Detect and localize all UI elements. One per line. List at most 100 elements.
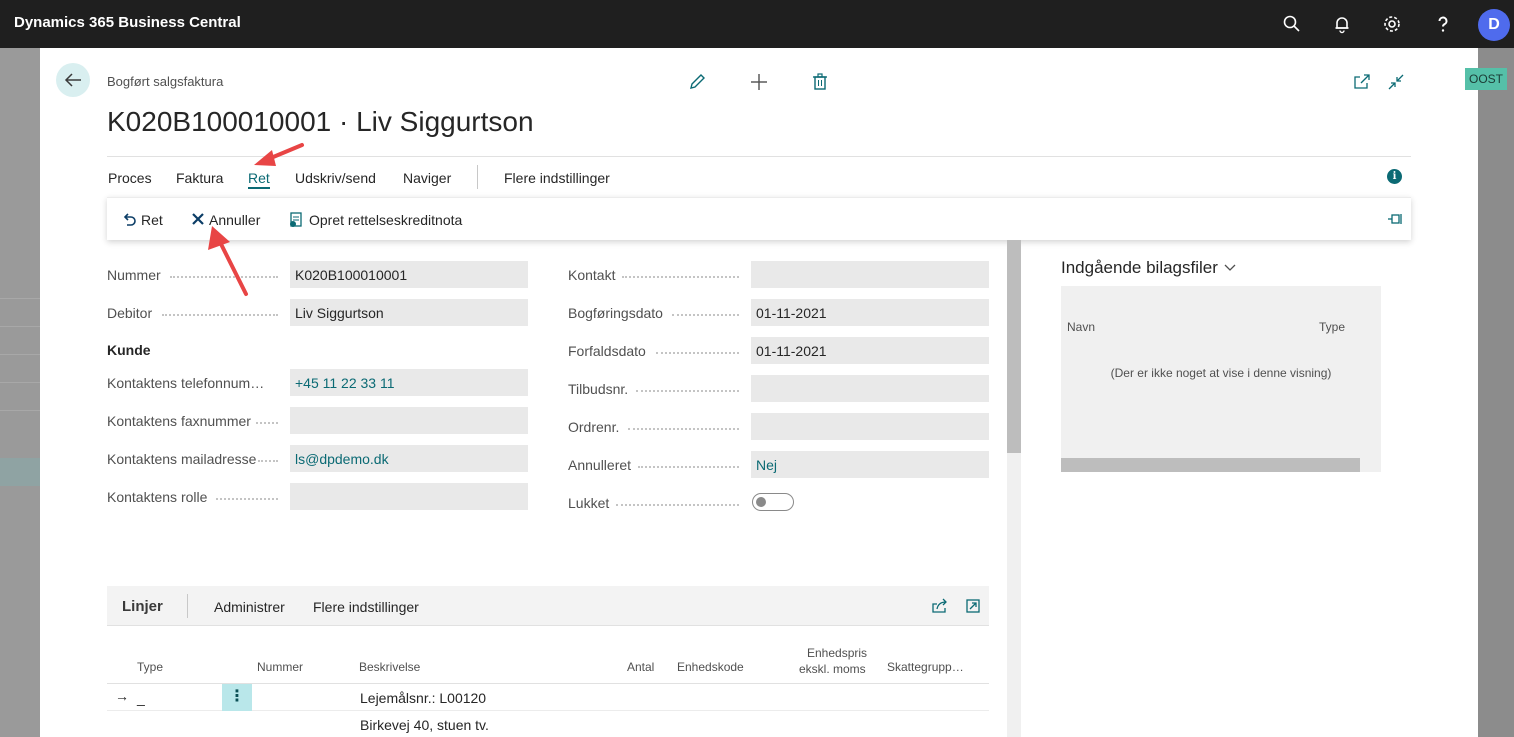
- administrer-button[interactable]: Administrer: [214, 599, 285, 615]
- kontakt-telefon-label: Kontaktens telefonnum…: [107, 375, 265, 391]
- lukket-toggle[interactable]: [752, 493, 794, 511]
- row-beskrivelse-cell[interactable]: Lejemålsnr.: L00120: [360, 690, 486, 706]
- edit-icon[interactable]: [687, 72, 707, 92]
- annulleret-label: Annulleret: [568, 457, 632, 473]
- table-row[interactable]: → _ ⋮ Lejemålsnr.: L00120: [107, 683, 989, 711]
- row-actions-menu[interactable]: ⋮: [222, 684, 252, 711]
- annulleret-field[interactable]: Nej: [751, 451, 989, 478]
- kontakt-mail-label: Kontaktens mailadresse: [107, 451, 257, 467]
- kontakt-mail-field[interactable]: ls@dpdemo.dk: [290, 445, 528, 472]
- leader-dots: [216, 498, 278, 500]
- leader-dots: [622, 276, 739, 278]
- background-page-right: [1478, 48, 1514, 737]
- tab-flere-indstillinger[interactable]: Flere indstillinger: [504, 170, 610, 186]
- opret-rettelseskreditnota-action[interactable]: Opret rettelseskreditnota: [288, 212, 462, 228]
- back-button[interactable]: [56, 63, 90, 97]
- cancel-x-icon: [192, 213, 204, 225]
- bogforingsdato-field[interactable]: 01-11-2021: [751, 299, 989, 326]
- nummer-label: Nummer: [107, 267, 161, 283]
- col-antal[interactable]: Antal: [627, 660, 654, 674]
- lines-title[interactable]: Linjer: [122, 598, 163, 615]
- forfaldsdato-label: Forfaldsdato: [568, 343, 646, 359]
- col-nummer[interactable]: Nummer: [257, 660, 303, 674]
- info-icon[interactable]: i: [1387, 169, 1402, 184]
- scrollbar-thumb[interactable]: [1007, 240, 1021, 453]
- table-row[interactable]: Birkevej 40, stuen tv.: [107, 711, 989, 737]
- leader-dots: [616, 504, 739, 506]
- page-title: K020B100010001 · Liv Siggurtson: [107, 106, 534, 137]
- kontakt-rolle-label: Kontaktens rolle: [107, 489, 208, 505]
- search-icon[interactable]: [1282, 14, 1302, 34]
- col-enhedspris-line2[interactable]: ekskl. moms: [799, 662, 866, 676]
- leader-dots: [656, 352, 739, 354]
- lines-toolbar: Linjer Administrer Flere indstillinger: [107, 586, 989, 626]
- share-icon[interactable]: [931, 598, 948, 614]
- col-type[interactable]: Type: [137, 660, 163, 674]
- lukket-label: Lukket: [568, 495, 610, 511]
- ret-action-label: Ret: [141, 212, 163, 228]
- expand-icon[interactable]: [965, 598, 981, 614]
- col-enhedskode[interactable]: Enhedskode: [677, 660, 744, 674]
- ordrenr-label: Ordrenr.: [568, 419, 620, 435]
- lines-flere-indstillinger-button[interactable]: Flere indstillinger: [313, 599, 419, 615]
- tab-ret[interactable]: Ret: [248, 170, 270, 189]
- tab-faktura[interactable]: Faktura: [176, 170, 223, 186]
- lines-part: Linjer Administrer Flere indstillinger T…: [107, 586, 989, 737]
- collapse-icon[interactable]: [1386, 72, 1406, 92]
- tab-proces[interactable]: Proces: [108, 170, 152, 186]
- toolbar-divider: [187, 594, 188, 618]
- incoming-documents-factbox: Navn Type (Der er ikke noget at vise i d…: [1061, 286, 1381, 472]
- user-avatar[interactable]: D: [1478, 9, 1510, 41]
- col-beskrivelse[interactable]: Beskrivelse: [359, 660, 420, 674]
- credit-memo-icon: [290, 212, 302, 227]
- leader-dots: [162, 314, 278, 316]
- factbox-empty-text: (Der er ikke noget at vise i denne visni…: [1110, 366, 1332, 380]
- factbox-col-type[interactable]: Type: [1319, 320, 1345, 334]
- ordrenr-field[interactable]: [751, 413, 989, 440]
- ret-action[interactable]: Ret: [121, 212, 163, 228]
- forfaldsdato-field[interactable]: 01-11-2021: [751, 337, 989, 364]
- opret-rettelseskreditnota-label: Opret rettelseskreditnota: [309, 212, 463, 228]
- toggle-knob: [756, 497, 766, 507]
- factbox-col-navn[interactable]: Navn: [1067, 320, 1095, 334]
- horizontal-scrollbar[interactable]: [1061, 458, 1360, 472]
- bogforingsdato-label: Bogføringsdato: [568, 305, 663, 321]
- debitor-label: Debitor: [107, 305, 153, 321]
- app-topbar: Dynamics 365 Business Central D: [0, 0, 1514, 48]
- leader-dots: [256, 422, 278, 424]
- kontakt-telefon-field[interactable]: +45 11 22 33 11: [290, 369, 528, 396]
- app-title[interactable]: Dynamics 365 Business Central: [14, 14, 241, 31]
- undo-icon: [123, 213, 136, 226]
- kontakt-rolle-field[interactable]: [290, 483, 528, 510]
- help-icon[interactable]: [1433, 14, 1453, 34]
- leader-dots: [258, 460, 278, 462]
- annotation-arrow-ret: [254, 143, 304, 166]
- kontakt-label: Kontakt: [568, 267, 616, 283]
- row-type-cell[interactable]: _: [137, 690, 145, 706]
- debitor-field[interactable]: Liv Siggurtson: [290, 299, 528, 326]
- tab-udskriv-send[interactable]: Udskriv/send: [295, 170, 376, 186]
- leader-dots: [628, 428, 739, 430]
- row-beskrivelse-cell[interactable]: Birkevej 40, stuen tv.: [360, 717, 489, 733]
- col-enhedspris-line1[interactable]: Enhedspris: [807, 646, 867, 660]
- kontakt-fax-field[interactable]: [290, 407, 528, 434]
- add-icon[interactable]: [749, 72, 769, 92]
- factbox-title[interactable]: Indgående bilagsfiler: [1061, 258, 1237, 278]
- tab-naviger[interactable]: Naviger: [403, 170, 451, 186]
- bell-icon[interactable]: [1332, 14, 1352, 34]
- nummer-field[interactable]: K020B100010001: [290, 261, 528, 288]
- col-skattegruppe[interactable]: Skattegrupp…: [887, 660, 964, 674]
- background-page-left: [0, 48, 40, 737]
- leader-dots: [636, 390, 739, 392]
- gear-icon[interactable]: [1382, 14, 1402, 34]
- kontakt-field[interactable]: [751, 261, 989, 288]
- leader-dots: [638, 466, 739, 468]
- tilbudsnr-label: Tilbudsnr.: [568, 381, 629, 397]
- pin-icon[interactable]: [1387, 212, 1403, 226]
- delete-icon[interactable]: [810, 72, 830, 92]
- arrow-left-icon: [64, 73, 81, 87]
- side-badge: OOST: [1465, 68, 1507, 90]
- tilbudsnr-field[interactable]: [751, 375, 989, 402]
- kunde-heading: Kunde: [107, 342, 151, 358]
- open-new-window-icon[interactable]: [1352, 72, 1372, 92]
